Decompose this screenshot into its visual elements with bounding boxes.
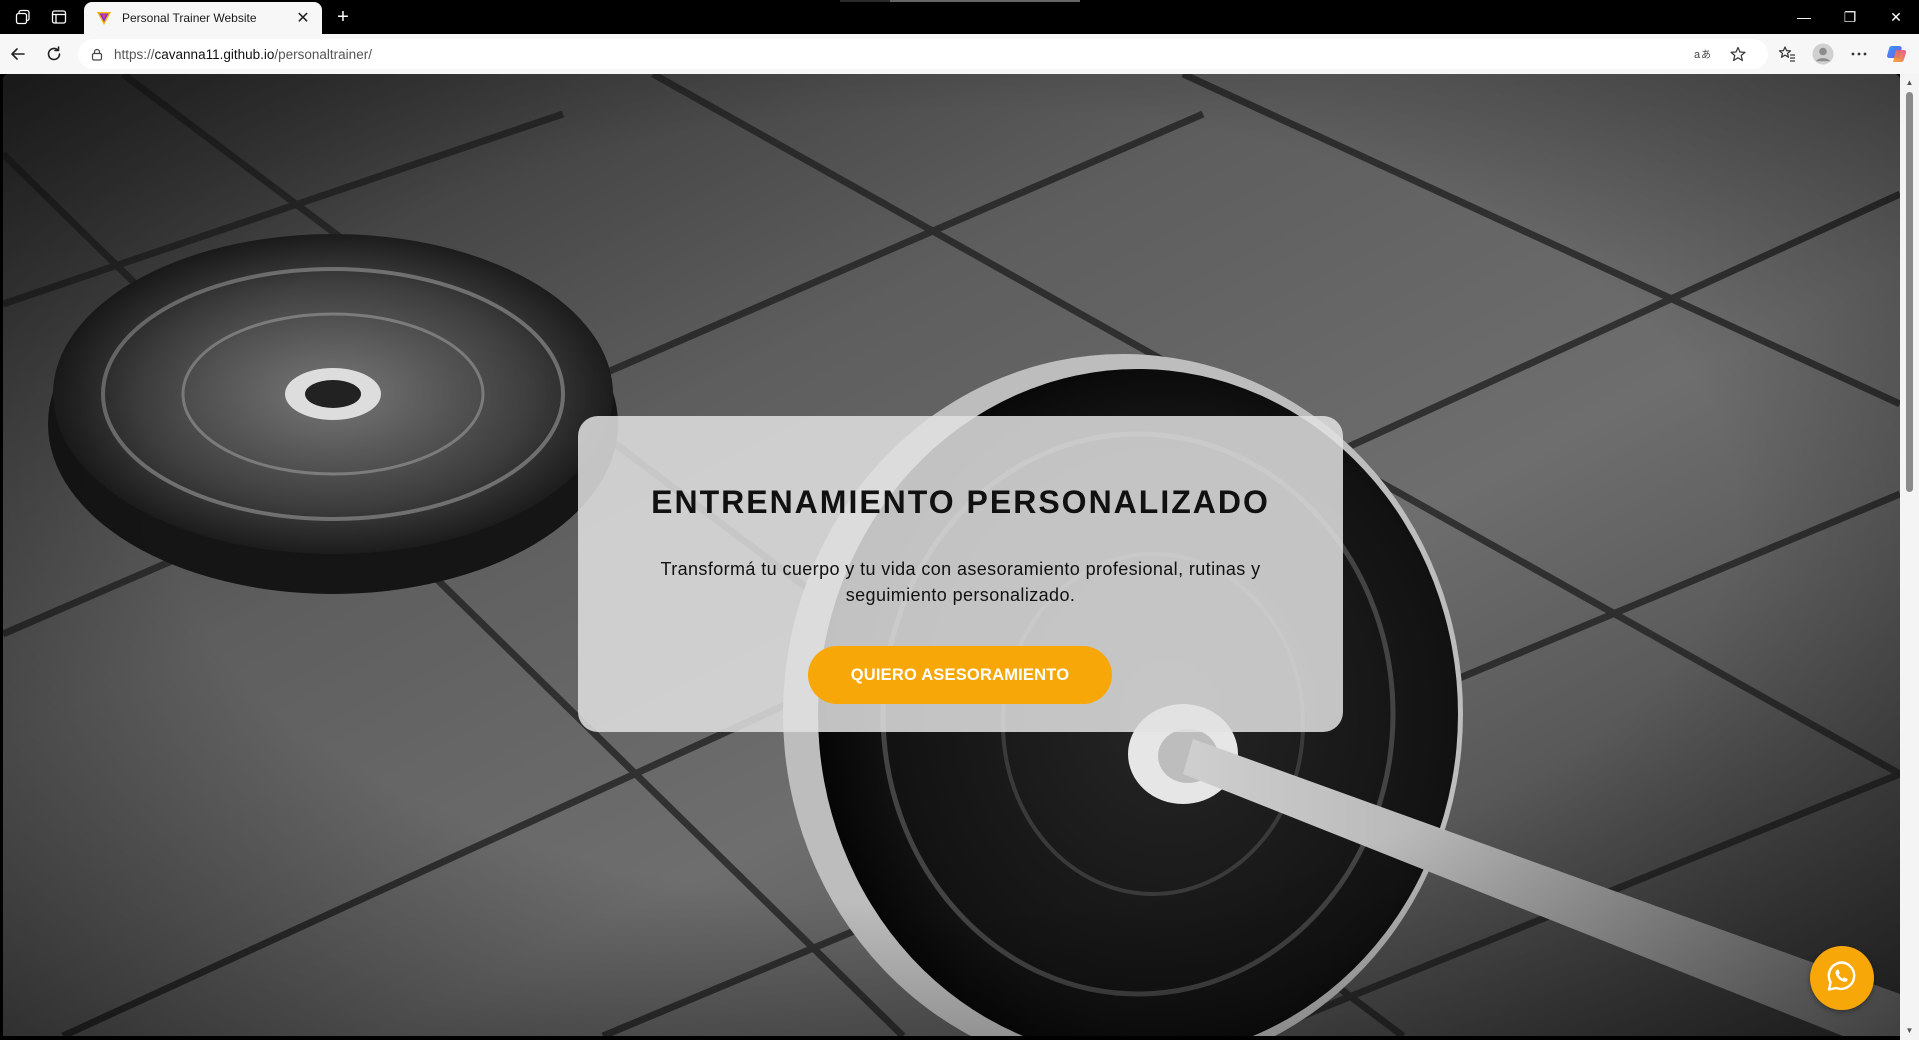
triangle-logo-icon [96, 10, 112, 26]
new-tab-button[interactable]: + [330, 4, 356, 30]
address-bar[interactable]: https://cavanna11.github.io/personaltrai… [78, 39, 1768, 69]
hero-subtitle: Transformá tu cuerpo y tu vida con aseso… [660, 559, 1261, 605]
svg-text:a: a [1694, 49, 1701, 61]
read-aloud-icon[interactable]: aあ [1688, 43, 1718, 65]
browser-toolbar: https://cavanna11.github.io/personaltrai… [0, 34, 1919, 74]
tab-title: Personal Trainer Website [122, 11, 257, 25]
tab-personal-trainer[interactable]: Personal Trainer Website ✕ [84, 2, 322, 34]
favorites-icon[interactable] [1771, 38, 1803, 70]
lock-icon[interactable] [90, 47, 104, 61]
tab-actions-icon[interactable] [42, 0, 76, 34]
url-scheme: https:// [114, 46, 155, 62]
back-icon[interactable] [2, 38, 34, 70]
favorite-star-icon[interactable] [1723, 43, 1753, 65]
workspaces-icon[interactable] [6, 0, 40, 34]
cta-button[interactable]: QUIERO ASESORAMIENTO [808, 646, 1112, 704]
tab-strip: Personal Trainer Website ✕ + — ❐ ✕ [0, 0, 1919, 34]
restore-button[interactable]: ❐ [1827, 0, 1873, 34]
scroll-down-icon[interactable]: ▼ [1905, 1026, 1914, 1035]
hero-title: ENTRENAMIENTO PERSONALIZADO [651, 484, 1270, 520]
whatsapp-icon [1825, 959, 1859, 998]
svg-text:あ: あ [1701, 49, 1711, 61]
minimize-button[interactable]: — [1781, 0, 1827, 34]
refresh-icon[interactable] [38, 38, 70, 70]
close-window-button[interactable]: ✕ [1873, 0, 1919, 34]
url-text[interactable]: https://cavanna11.github.io/personaltrai… [114, 47, 372, 62]
page-scrollbar[interactable]: ▲ ▼ [1900, 74, 1919, 1040]
hero-card: ENTRENAMIENTO PERSONALIZADO Transformá t… [578, 416, 1343, 732]
profile-icon[interactable] [1807, 38, 1839, 70]
tab-close-button[interactable]: ✕ [292, 7, 314, 29]
url-path: /personaltrainer/ [274, 46, 372, 62]
scroll-up-icon[interactable]: ▲ [1905, 78, 1914, 87]
page-viewport: ENTRENAMIENTO PERSONALIZADO Transformá t… [3, 74, 1900, 1036]
whatsapp-button[interactable] [1810, 946, 1874, 1010]
more-icon[interactable] [1843, 38, 1875, 70]
scrollbar-thumb[interactable] [1906, 92, 1913, 492]
url-host: cavanna11.github.io [154, 46, 275, 62]
copilot-icon[interactable] [1880, 38, 1912, 70]
window-drag-indicator [840, 0, 1080, 2]
